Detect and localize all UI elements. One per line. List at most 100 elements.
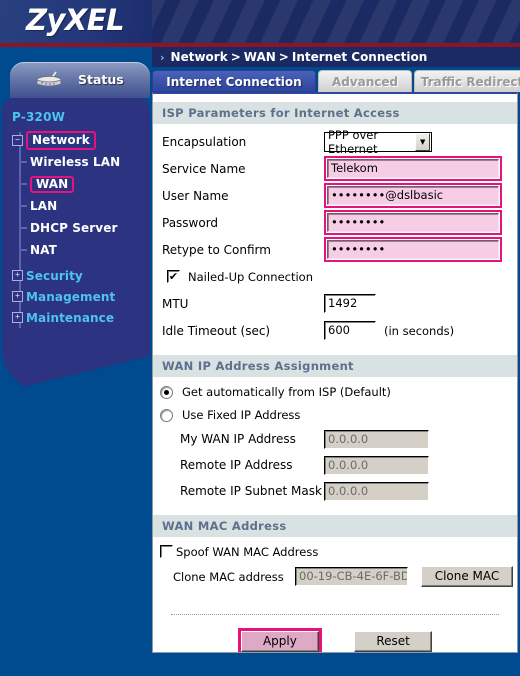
router-admin-window: ZyXEL Status P-320W − Network Wireless L… (0, 0, 520, 676)
field-row-clone-mac: Clone MAC address 00-19-CB-4E-6F-BD Clon… (153, 563, 517, 590)
sidebar-item-nat-label: NAT (30, 243, 57, 257)
device-model-label: P-320W (12, 110, 66, 124)
apply-button[interactable]: Apply (240, 631, 319, 652)
breadcrumb-wan: WAN (243, 50, 276, 64)
apply-button-highlight: Apply (237, 628, 322, 652)
user-name-input[interactable]: ••••••••@dslbasic (327, 186, 499, 205)
zyxel-logo: ZyXEL (26, 3, 125, 37)
sidebar-item-maintenance-label: Maintenance (26, 310, 115, 325)
field-row-my-wan-ip: My WAN IP Address 0.0.0.0 (153, 426, 517, 452)
tree-elbow (20, 227, 27, 229)
field-row-nailed-up: ✔ Nailed-Up Connection (153, 263, 517, 290)
auto-ip-radio[interactable] (160, 385, 173, 399)
field-row-remote-mask: Remote IP Subnet Mask 0.0.0.0 (153, 478, 517, 504)
expand-icon[interactable]: + (12, 312, 23, 323)
expand-icon[interactable]: + (12, 291, 23, 302)
content-panel: ISP Parameters for Internet Access Encap… (152, 92, 518, 653)
remote-ip-input: 0.0.0.0 (324, 455, 429, 475)
tree-elbow (20, 205, 27, 207)
field-row-service-name: Service Name Telekom (153, 155, 517, 182)
sidebar-item-dhcp-server[interactable]: DHCP Server (2, 217, 150, 239)
status-button[interactable]: Status (10, 62, 150, 98)
idle-timeout-input[interactable]: 600 (324, 321, 376, 340)
field-row-user-name: User Name ••••••••@dslbasic (153, 182, 517, 209)
sidebar-item-wireless-lan-label: Wireless LAN (30, 155, 121, 169)
sidebar-item-security[interactable]: + Security (2, 265, 150, 286)
password-input[interactable]: •••••••• (327, 213, 499, 232)
action-bar: Apply Reset (153, 628, 517, 652)
nailed-up-checkbox[interactable]: ✔ (167, 270, 180, 283)
sidebar-item-dhcp-server-label: DHCP Server (30, 221, 118, 235)
expand-icon[interactable]: + (12, 270, 23, 281)
mtu-input[interactable]: 1492 (324, 294, 376, 313)
breadcrumb-marker-icon: › (160, 51, 165, 64)
auto-ip-label: Get automatically from ISP (Default) (182, 385, 391, 399)
sidebar-item-lan-label: LAN (30, 199, 58, 213)
sidebar-item-nat[interactable]: NAT (2, 239, 150, 261)
field-row-remote-ip: Remote IP Address 0.0.0.0 (153, 452, 517, 478)
sidebar-item-management[interactable]: + Management (2, 286, 150, 307)
spoof-mac-label: Spoof WAN MAC Address (176, 544, 319, 559)
clone-mac-label: Clone MAC address (173, 569, 284, 584)
tree-elbow (20, 161, 27, 163)
clone-mac-button[interactable]: Clone MAC (421, 566, 513, 587)
breadcrumb-separator: > (230, 50, 241, 64)
section-header-isp: ISP Parameters for Internet Access (153, 101, 517, 124)
sidebar-item-lan[interactable]: LAN (2, 195, 150, 217)
reset-button[interactable]: Reset (354, 631, 433, 652)
retype-input[interactable]: •••••••• (327, 240, 499, 259)
field-row-spoof-mac: Spoof WAN MAC Address (153, 540, 517, 563)
idle-timeout-label: Idle Timeout (sec) (162, 323, 271, 338)
sidebar-item-network[interactable]: − Network (2, 130, 150, 151)
nav-tree: P-320W − Network Wireless LAN WAN LAN DH… (2, 98, 150, 328)
field-row-idle-timeout: Idle Timeout (sec) 600 (in seconds) (153, 317, 517, 344)
remote-ip-label: Remote IP Address (180, 458, 293, 472)
section-header-wan-mac: WAN MAC Address (153, 514, 517, 537)
remote-mask-label: Remote IP Subnet Mask (180, 484, 322, 498)
tab-internet-connection[interactable]: Internet Connection (152, 70, 316, 92)
tab-traffic-redirect[interactable]: Traffic Redirect (414, 70, 520, 92)
encapsulation-select[interactable]: PPP over Ethernet ▼ (324, 128, 432, 156)
encapsulation-value: PPP over Ethernet (328, 127, 379, 156)
my-wan-ip-input: 0.0.0.0 (324, 429, 429, 449)
retype-highlight: •••••••• (324, 237, 502, 262)
collapse-icon[interactable]: − (12, 135, 23, 146)
clone-mac-input: 00-19-CB-4E-6F-BD (295, 567, 408, 586)
status-label: Status (78, 72, 124, 87)
field-row-password: Password •••••••• (153, 209, 517, 236)
field-row-fixed-ip: Use Fixed IP Address (153, 404, 517, 426)
field-row-mtu: MTU 1492 (153, 290, 517, 317)
field-row-encapsulation: Encapsulation PPP over Ethernet ▼ (153, 128, 517, 156)
service-name-input[interactable]: Telekom (327, 159, 499, 178)
sidebar-item-wan-label: WAN (30, 175, 75, 193)
mtu-label: MTU (162, 296, 189, 311)
spoof-mac-checkbox[interactable] (160, 545, 173, 558)
field-row-retype: Retype to Confirm •••••••• (153, 236, 517, 263)
user-name-label: User Name (162, 188, 229, 203)
breadcrumb-network: Network (170, 50, 228, 64)
retype-label: Retype to Confirm (162, 242, 271, 257)
user-name-highlight: ••••••••@dslbasic (324, 183, 502, 208)
password-label: Password (162, 215, 219, 230)
idle-timeout-suffix: (in seconds) (384, 323, 455, 338)
fixed-ip-label: Use Fixed IP Address (182, 408, 301, 422)
breadcrumb: › Network > WAN > Internet Connection (152, 47, 520, 67)
my-wan-ip-label: My WAN IP Address (180, 432, 296, 446)
field-row-auto-ip: Get automatically from ISP (Default) (153, 380, 517, 404)
encapsulation-label: Encapsulation (162, 134, 247, 149)
tab-advanced[interactable]: Advanced (318, 70, 412, 92)
nailed-up-label: Nailed-Up Connection (188, 269, 314, 284)
sidebar-item-wan[interactable]: WAN (2, 173, 150, 195)
sidebar-item-network-label: Network (26, 131, 96, 150)
fixed-ip-radio[interactable] (160, 408, 173, 422)
sidebar-item-wireless-lan[interactable]: Wireless LAN (2, 151, 150, 173)
tree-elbow (20, 249, 27, 251)
service-name-highlight: Telekom (324, 156, 502, 181)
tree-elbow (20, 183, 27, 185)
sidebar-item-maintenance[interactable]: + Maintenance (2, 307, 150, 328)
chevron-down-icon[interactable]: ▼ (415, 132, 430, 151)
nav-tree-panel: P-320W − Network Wireless LAN WAN LAN DH… (2, 98, 150, 350)
app-banner: ZyXEL (0, 0, 520, 43)
tab-bar: Internet Connection Advanced Traffic Red… (152, 70, 520, 92)
breadcrumb-current: Internet Connection (291, 50, 428, 64)
